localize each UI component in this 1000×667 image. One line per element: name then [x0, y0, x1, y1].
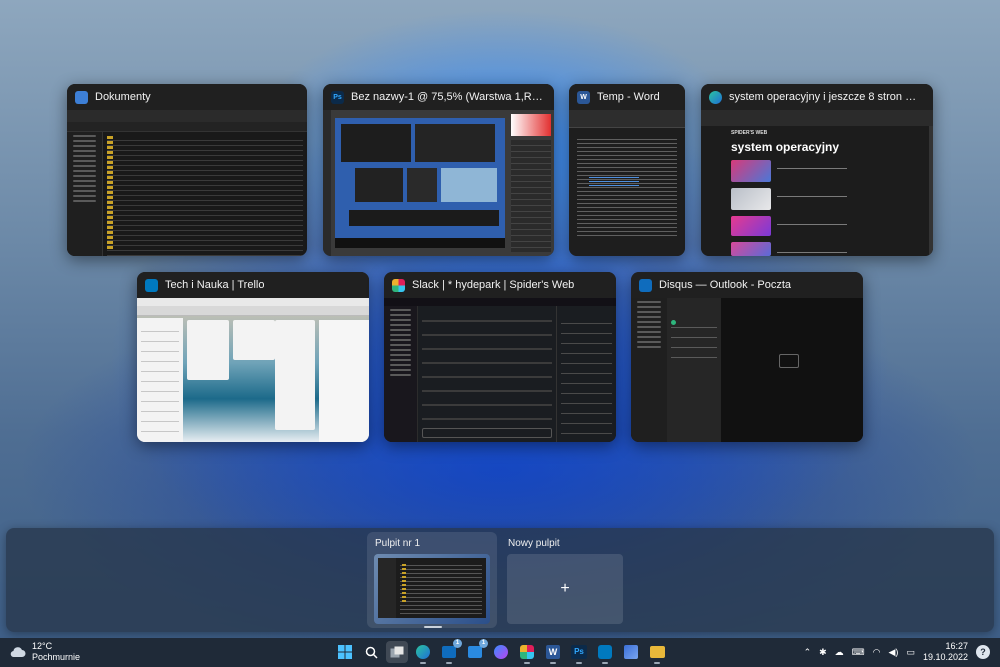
outlook-badge: 1 — [453, 639, 462, 648]
wifi-icon[interactable]: ◠ — [873, 647, 881, 658]
slack-content — [384, 298, 616, 442]
clock-time: 16:27 — [945, 641, 968, 651]
word-icon: W — [577, 90, 590, 104]
page-heading: system operacyjny — [731, 140, 840, 154]
window-title: Disqus — Outlook - Poczta — [659, 279, 792, 291]
cloud-icon — [10, 647, 26, 658]
trello-content — [137, 298, 369, 442]
trello-icon — [145, 278, 158, 292]
window-dokumenty[interactable]: Dokumenty — [67, 84, 307, 256]
taskbar-file-explorer[interactable] — [646, 641, 668, 664]
desktop-new-label: Nowy pulpit — [508, 538, 560, 549]
speaker-icon[interactable]: ◀) — [889, 647, 899, 658]
word-icon: W — [546, 645, 560, 659]
taskbar-apps: 1 1 W Ps — [334, 639, 668, 664]
window-edge[interactable]: system operacyjny i jeszcze 8 stron — Os… — [701, 84, 933, 256]
search-button[interactable] — [360, 641, 382, 663]
keyboard-icon[interactable]: ⌨ — [852, 647, 865, 658]
task-view-icon — [390, 646, 404, 658]
slack-icon — [520, 645, 534, 659]
window-title: Tech i Nauka | Trello — [165, 279, 265, 291]
word-content — [569, 110, 685, 256]
taskbar-photoshop[interactable]: Ps — [568, 641, 590, 664]
desktop-1-thumbnail — [374, 554, 490, 624]
explorer-content — [67, 110, 307, 256]
taskbar-edge[interactable] — [412, 641, 434, 664]
edge-icon — [709, 90, 722, 104]
taskbar-mail[interactable]: 1 — [464, 639, 488, 663]
messenger-icon — [494, 645, 508, 659]
taskbar-trello[interactable] — [594, 641, 616, 664]
window-outlook[interactable]: Disqus — Outlook - Poczta — [631, 272, 863, 442]
window-title: Dokumenty — [95, 91, 151, 103]
window-slack[interactable]: Slack | * hydepark | Spider's Web — [384, 272, 616, 442]
photoshop-icon: Ps — [571, 645, 587, 659]
window-title: Temp - Word — [597, 91, 660, 103]
desktop-scroll-indicator — [424, 626, 442, 628]
system-tray: ⌃ ✱ ☁ ⌨ ◠ ◀) ▭ 16:27 19.10.2022 ? — [804, 641, 990, 663]
task-view-button[interactable] — [386, 641, 408, 663]
taskbar-outlook[interactable]: 1 — [438, 639, 462, 664]
outlook-icon — [442, 646, 456, 658]
window-photoshop[interactable]: Ps Bez nazwy-1 @ 75,5% (Warstwa 1,RGB/8#… — [323, 84, 554, 256]
window-trello[interactable]: Tech i Nauka | Trello — [137, 272, 369, 442]
virtual-desktops-panel: Pulpit nr 1 Nowy pulpit + — [6, 528, 994, 632]
desktop-1-label: Pulpit nr 1 — [375, 538, 421, 549]
taskbar-word[interactable]: W — [542, 641, 564, 664]
window-title: Bez nazwy-1 @ 75,5% (Warstwa 1,RGB/8#) * — [351, 91, 546, 103]
taskbar-slack[interactable] — [516, 641, 538, 664]
taskbar-messenger[interactable] — [490, 641, 512, 663]
edge-content: SPIDER'S WEB system operacyjny — [701, 110, 933, 256]
outlook-icon — [639, 278, 652, 292]
translator-icon — [624, 645, 638, 659]
site-brand: SPIDER'S WEB — [731, 130, 768, 136]
weather-widget[interactable]: 12°C Pochmurnie — [10, 641, 80, 663]
mail-icon — [468, 646, 482, 658]
window-title: Slack | * hydepark | Spider's Web — [412, 279, 575, 291]
desktop-1[interactable]: Pulpit nr 1 — [367, 532, 497, 628]
add-desktop-button[interactable]: + — [507, 554, 623, 624]
onedrive-icon[interactable]: ☁ — [835, 647, 844, 658]
weather-temp: 12°C — [32, 641, 53, 651]
window-word[interactable]: W Temp - Word — [569, 84, 685, 256]
plus-icon: + — [560, 580, 570, 597]
weather-desc: Pochmurnie — [32, 652, 81, 662]
battery-icon[interactable]: ▭ — [906, 647, 915, 658]
settings-gear-icon[interactable]: ✱ — [819, 647, 827, 658]
search-icon — [365, 646, 378, 659]
desktop-new[interactable]: Nowy pulpit + — [500, 532, 630, 628]
window-title: system operacyjny i jeszcze 8 stron — Os… — [729, 91, 925, 103]
start-button[interactable] — [334, 641, 356, 663]
edge-icon — [416, 645, 430, 659]
outlook-content — [631, 298, 863, 442]
taskbar-translator[interactable] — [620, 641, 642, 663]
windows-logo-icon — [338, 645, 352, 659]
clock[interactable]: 16:27 19.10.2022 — [923, 641, 968, 663]
chevron-up-icon[interactable]: ⌃ — [804, 647, 812, 658]
help-icon[interactable]: ? — [976, 645, 990, 659]
trello-icon — [598, 645, 612, 659]
folder-icon — [649, 646, 665, 658]
taskbar: 12°C Pochmurnie 1 1 W Ps ⌃ ✱ ☁ ⌨ ◠ ◀) ▭ … — [0, 638, 1000, 667]
mail-badge: 1 — [479, 639, 488, 648]
clock-date: 19.10.2022 — [922, 652, 968, 662]
file-explorer-icon — [75, 90, 88, 104]
photoshop-icon: Ps — [331, 90, 344, 104]
photoshop-content — [323, 110, 554, 256]
slack-icon — [392, 278, 405, 292]
